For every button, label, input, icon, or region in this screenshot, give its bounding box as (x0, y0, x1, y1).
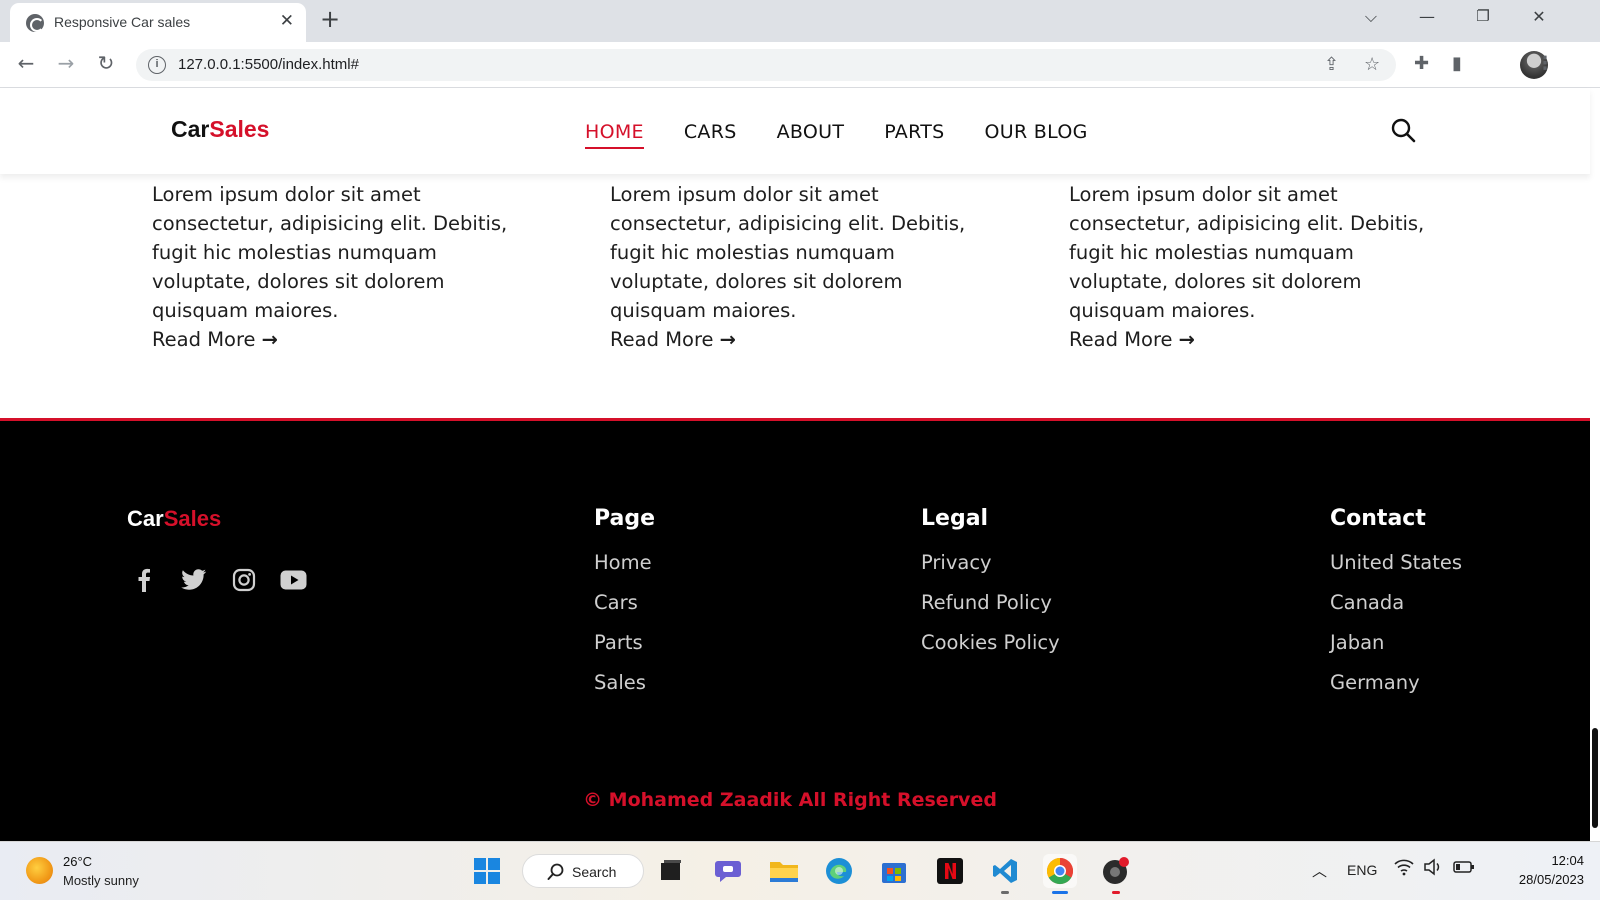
chrome-icon[interactable] (1043, 854, 1077, 894)
twitter-icon[interactable] (180, 566, 207, 593)
blog-card: Lorem ipsum dolor sit amet consectetur, … (1069, 180, 1439, 354)
nav-our-blog[interactable]: OUR BLOG (984, 121, 1087, 149)
address-bar[interactable]: i 127.0.0.1:5500/index.html# ⇪ ☆ (136, 49, 1396, 81)
scrollbar-thumb[interactable] (1592, 728, 1598, 828)
footer-col-title: Page (594, 506, 656, 531)
tray-chevron-up-icon[interactable]: ︿ (1312, 860, 1327, 881)
footer-link[interactable]: Germany (1330, 671, 1462, 694)
arrow-right-icon: → (261, 328, 278, 351)
taskbar-search[interactable]: Search (522, 854, 644, 888)
tab-search-icon[interactable]: ⌵ (1356, 7, 1386, 27)
language-indicator[interactable]: ENG (1347, 862, 1377, 878)
task-view-icon[interactable] (654, 854, 688, 888)
blog-card-text: Lorem ipsum dolor sit amet consectetur, … (1069, 183, 1425, 322)
read-more-link[interactable]: Read More → (610, 325, 736, 354)
browser-toolbar: ← → ↻ i 127.0.0.1:5500/index.html# ⇪ ☆ ✚… (0, 42, 1600, 88)
restore-icon[interactable]: ❐ (1468, 7, 1498, 25)
back-icon[interactable]: ← (12, 51, 40, 75)
footer-col-title: Contact (1330, 506, 1426, 531)
battery-icon[interactable] (1453, 858, 1475, 879)
running-indicator (1052, 891, 1068, 894)
footer-link[interactable]: Cookies Policy (921, 631, 1060, 654)
minimize-icon[interactable]: — (1412, 7, 1442, 26)
instagram-icon[interactable] (230, 566, 257, 593)
forward-icon[interactable]: → (52, 51, 80, 75)
site-logo[interactable]: CarSales (171, 116, 269, 143)
footer-col-legal: Legal Privacy Refund Policy Cookies Poli… (921, 506, 1060, 671)
window-close-icon[interactable]: ✕ (1524, 7, 1554, 26)
blog-card-text: Lorem ipsum dolor sit amet consectetur, … (610, 183, 966, 322)
close-tab-icon[interactable]: ✕ (280, 11, 294, 31)
footer-link[interactable]: Home (594, 551, 655, 574)
side-panel-icon[interactable]: ▮ (1452, 53, 1462, 74)
footer-link[interactable]: Refund Policy (921, 591, 1060, 614)
tab-title: Responsive Car sales (54, 14, 191, 30)
vscode-icon[interactable] (988, 854, 1022, 894)
bookmark-star-icon[interactable]: ☆ (1364, 54, 1380, 75)
windows-start-icon[interactable] (470, 854, 504, 888)
read-more-link[interactable]: Read More → (1069, 325, 1195, 354)
nav-about[interactable]: ABOUT (777, 121, 845, 149)
menu-kebab-icon[interactable]: ⋮ (1536, 53, 1554, 74)
nav-parts[interactable]: PARTS (884, 121, 944, 149)
nav-cars[interactable]: CARS (684, 121, 737, 149)
blog-card: Lorem ipsum dolor sit amet consectetur, … (610, 180, 980, 354)
running-indicator (1112, 891, 1120, 894)
edge-browser-icon[interactable] (822, 854, 856, 888)
browser-tabstrip: Responsive Car sales ✕ + ⌵ — ❐ ✕ (0, 0, 1600, 42)
footer-link[interactable]: Privacy (921, 551, 1060, 574)
footer-logo[interactable]: CarSales (127, 506, 221, 532)
windows-taskbar: 26°C Mostly sunny Search ︿ ENG 12:04 28/… (0, 841, 1600, 900)
footer-link[interactable]: Jaban (1330, 631, 1462, 654)
reload-icon[interactable]: ↻ (92, 51, 120, 75)
arrow-right-icon: → (1178, 328, 1195, 351)
nav-home[interactable]: HOME (585, 121, 644, 149)
main-nav: HOME CARS ABOUT PARTS OUR BLOG (585, 121, 1088, 149)
teams-chat-icon[interactable] (711, 854, 745, 888)
facebook-icon[interactable] (130, 566, 157, 593)
address-url[interactable]: 127.0.0.1:5500/index.html# (178, 56, 359, 73)
microsoft-store-icon[interactable] (877, 854, 911, 888)
footer-link[interactable]: Sales (594, 671, 655, 694)
globe-icon (26, 14, 44, 32)
site-info-icon[interactable]: i (148, 56, 166, 74)
blog-card: Lorem ipsum dolor sit amet consectetur, … (152, 180, 522, 354)
weather-desc[interactable]: Mostly sunny (63, 873, 139, 888)
arrow-right-icon: → (719, 328, 736, 351)
share-icon[interactable]: ⇪ (1324, 54, 1339, 75)
footer-col-contact: Contact United States Canada Jaban Germa… (1330, 506, 1462, 711)
copyright-text: © Mohamed Zaadik All Right Reserved (583, 789, 997, 811)
browser-tab[interactable]: Responsive Car sales ✕ (10, 3, 306, 42)
search-icon (547, 863, 564, 880)
page-scrollbar[interactable] (1590, 88, 1600, 841)
footer-link[interactable]: United States (1330, 551, 1462, 574)
footer-col-title: Legal (921, 506, 989, 531)
file-explorer-icon[interactable] (767, 854, 801, 888)
blog-card-text: Lorem ipsum dolor sit amet consectetur, … (152, 183, 508, 322)
site-header: CarSales HOME CARS ABOUT PARTS OUR BLOG (0, 88, 1590, 174)
read-more-link[interactable]: Read More → (152, 325, 278, 354)
new-tab-icon[interactable]: + (320, 5, 340, 33)
social-links (130, 566, 307, 593)
weather-temp[interactable]: 26°C (63, 854, 92, 869)
blog-section: Lorem ipsum dolor sit amet consectetur, … (0, 174, 1590, 420)
clock-date[interactable]: 28/05/2023 (1500, 872, 1584, 887)
recorder-app-icon[interactable] (1099, 854, 1133, 894)
clock-time[interactable]: 12:04 (1520, 853, 1584, 868)
footer-link[interactable]: Cars (594, 591, 655, 614)
footer-col-page: Page Home Cars Parts Sales (594, 506, 655, 711)
volume-icon[interactable] (1423, 858, 1443, 879)
extensions-icon[interactable]: ✚ (1414, 53, 1429, 74)
youtube-icon[interactable] (280, 566, 307, 593)
site-footer: CarSales Page Home Cars Parts Sales Lega… (0, 418, 1590, 841)
footer-link[interactable]: Canada (1330, 591, 1462, 614)
running-indicator (1001, 891, 1009, 894)
weather-sun-icon[interactable] (26, 857, 53, 884)
search-icon[interactable] (1390, 117, 1416, 143)
wifi-icon[interactable] (1394, 858, 1414, 879)
netflix-icon[interactable] (933, 854, 967, 888)
footer-link[interactable]: Parts (594, 631, 655, 654)
